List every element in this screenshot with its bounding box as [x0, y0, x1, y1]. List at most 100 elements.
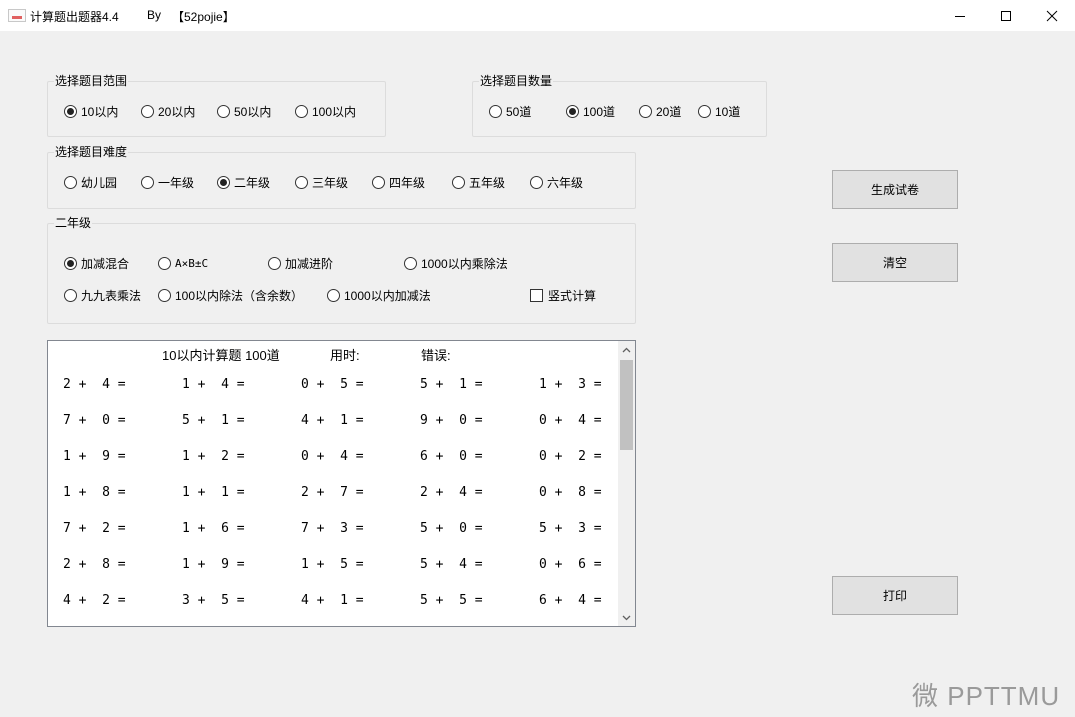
radio-icon	[530, 175, 543, 189]
worksheet-error-label: 错误:	[421, 348, 451, 363]
window-title-author: 【52pojie】	[172, 10, 235, 24]
question-item: 5 + 4 =	[420, 557, 483, 572]
question-item: 0 + 6 =	[539, 557, 602, 572]
difficulty-radio-grade1[interactable]: 一年级	[141, 174, 194, 190]
question-item: 6 + 4 =	[539, 593, 602, 608]
radio-icon	[639, 104, 652, 118]
minimize-button[interactable]	[937, 0, 983, 31]
type-radio-times-table[interactable]: 九九表乘法	[64, 287, 141, 303]
question-item: 7 + 3 =	[301, 521, 364, 536]
range-radio-100[interactable]: 100以内	[295, 103, 356, 119]
type-radio-advanced[interactable]: 加减进阶	[268, 255, 333, 271]
question-item: 5 + 1 =	[182, 413, 245, 428]
difficulty-radio-grade5[interactable]: 五年级	[452, 174, 505, 190]
type-radio-mixed[interactable]: 加减混合	[64, 255, 129, 271]
question-item: 5 + 0 =	[420, 521, 483, 536]
type-group: 二年级 加减混合 A×B±C 加减进阶 1000以内乘除法 九九表乘法 100以…	[47, 216, 636, 324]
title-bar: 计算题出题器4.4 By 【52pojie】	[0, 0, 1075, 31]
radio-icon	[158, 256, 171, 270]
scroll-up-button[interactable]	[618, 341, 635, 358]
worksheet-heading: 10以内计算题 100道	[162, 348, 280, 363]
scroll-down-button[interactable]	[618, 609, 635, 626]
question-row: 1 + 9 = 1 + 2 = 0 + 4 = 6 + 0 = 0 + 2 =	[48, 449, 618, 485]
question-grid: 2 + 4 = 1 + 4 = 0 + 5 = 5 + 1 = 1 + 3 = 7 + 0…	[48, 377, 618, 626]
radio-selected-icon	[217, 175, 230, 189]
maximize-button[interactable]	[983, 0, 1029, 31]
app-icon	[8, 9, 26, 22]
question-item: 3 + 5 =	[182, 593, 245, 608]
radio-icon	[268, 256, 281, 270]
question-item: 6 + 0 =	[420, 449, 483, 464]
question-item: 1 + 2 =	[182, 449, 245, 464]
difficulty-radio-grade3[interactable]: 三年级	[295, 174, 348, 190]
question-item: 4 + 2 =	[63, 593, 126, 608]
question-item: 5 + 3 =	[539, 521, 602, 536]
radio-icon	[489, 104, 502, 118]
question-item: 2 + 8 =	[63, 557, 126, 572]
radio-icon	[295, 104, 308, 118]
radio-icon	[327, 288, 340, 302]
question-item: 2 + 7 =	[301, 485, 364, 500]
question-item: 5 + 1 =	[420, 377, 483, 392]
question-row: 7 + 2 = 1 + 6 = 7 + 3 = 5 + 0 = 5 + 3 =	[48, 521, 618, 557]
count-radio-100[interactable]: 100道	[566, 103, 615, 119]
question-item: 7 + 0 =	[63, 413, 126, 428]
question-item: 0 + 2 =	[539, 449, 602, 464]
difficulty-radio-grade6[interactable]: 六年级	[530, 174, 583, 190]
range-radio-20[interactable]: 20以内	[141, 103, 195, 119]
difficulty-radio-grade2[interactable]: 二年级	[217, 174, 270, 190]
question-item: 1 + 6 =	[182, 521, 245, 536]
type-radio-axb[interactable]: A×B±C	[158, 255, 208, 271]
radio-selected-icon	[64, 104, 77, 118]
maximize-icon	[1001, 10, 1011, 21]
range-radio-10[interactable]: 10以内	[64, 103, 118, 119]
vertical-calc-checkbox[interactable]: 竖式计算	[530, 287, 596, 303]
count-radio-20[interactable]: 20道	[639, 103, 681, 119]
chevron-down-icon	[622, 615, 631, 620]
radio-icon	[452, 175, 465, 189]
generate-button[interactable]: 生成试卷	[832, 170, 958, 209]
minimize-icon	[955, 15, 965, 17]
close-button[interactable]	[1029, 0, 1075, 31]
print-button[interactable]: 打印	[832, 576, 958, 615]
difficulty-group: 选择题目难度 幼儿园 一年级 二年级 三年级 四年级 五年级 六年级	[47, 145, 636, 209]
type-radio-addsub-1000[interactable]: 1000以内加减法	[327, 287, 431, 303]
type-radio-muldiv-1000[interactable]: 1000以内乘除法	[404, 255, 508, 271]
window-title: 计算题出题器4.4	[30, 10, 119, 24]
question-row: 2 + 8 = 1 + 9 = 1 + 5 = 5 + 4 = 0 + 6 =	[48, 557, 618, 593]
vertical-scrollbar[interactable]	[618, 341, 635, 626]
count-radio-10[interactable]: 10道	[698, 103, 740, 119]
question-item: 1 + 8 =	[63, 485, 126, 500]
range-group: 选择题目范围 10以内 20以内 50以内 100以内	[47, 74, 386, 137]
question-item: 2 + 4 =	[420, 485, 483, 500]
radio-icon	[141, 175, 154, 189]
question-item: 1 + 9 =	[182, 557, 245, 572]
question-item: 1 + 4 =	[182, 377, 245, 392]
question-item: 4 + 1 =	[301, 593, 364, 608]
question-item: 7 + 2 =	[63, 521, 126, 536]
difficulty-group-title: 选择题目难度	[54, 145, 129, 159]
question-row: 2 + 4 = 1 + 4 = 0 + 5 = 5 + 1 = 1 + 3 =	[48, 377, 618, 413]
scroll-thumb[interactable]	[620, 360, 633, 450]
question-item: 0 + 5 =	[301, 377, 364, 392]
radio-icon	[64, 288, 77, 302]
clear-button[interactable]: 清空	[832, 243, 958, 282]
question-item: 9 + 0 =	[420, 413, 483, 428]
count-group: 选择题目数量 50道 100道 20道 10道	[472, 74, 767, 137]
chevron-up-icon	[622, 347, 631, 352]
difficulty-radio-kindergarten[interactable]: 幼儿园	[64, 174, 117, 190]
radio-icon	[698, 104, 711, 118]
range-radio-50[interactable]: 50以内	[217, 103, 271, 119]
type-radio-div-100[interactable]: 100以内除法（含余数）	[158, 287, 303, 303]
radio-icon	[404, 256, 417, 270]
count-radio-50[interactable]: 50道	[489, 103, 531, 119]
question-item: 0 + 4 =	[539, 413, 602, 428]
question-row: 4 + 2 = 3 + 5 = 4 + 1 = 5 + 5 = 6 + 4 =	[48, 593, 618, 626]
question-item: 0 + 8 =	[539, 485, 602, 500]
difficulty-radio-grade4[interactable]: 四年级	[372, 174, 425, 190]
question-item: 4 + 1 =	[301, 413, 364, 428]
worksheet-textbox[interactable]: 10以内计算题 100道 用时: 错误: 2 + 4 = 1 + 4 = 0 + 5…	[47, 340, 636, 627]
radio-icon	[217, 104, 230, 118]
window-title-by: By	[147, 8, 162, 22]
question-item: 2 + 4 =	[63, 377, 126, 392]
